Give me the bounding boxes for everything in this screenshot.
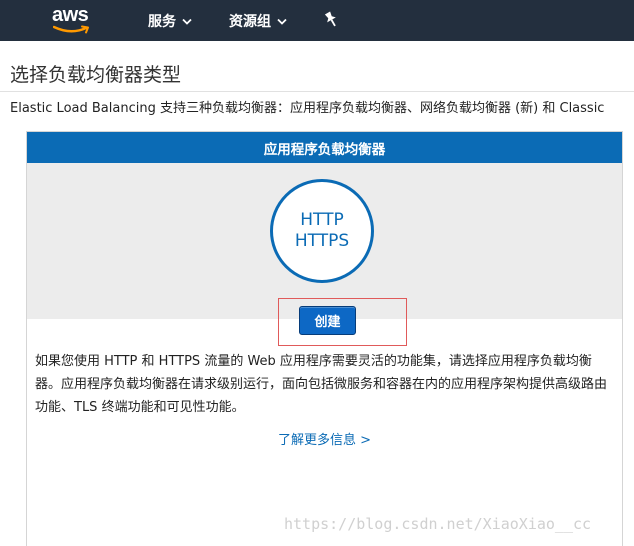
chevron-down-icon <box>182 18 192 25</box>
top-nav-bar: aws 服务 资源组 <box>0 0 634 41</box>
page-title: 选择负载均衡器类型 <box>10 64 182 86</box>
create-button[interactable]: 创建 <box>299 306 356 335</box>
resource-groups-menu-label: 资源组 <box>229 14 271 30</box>
card-description: 如果您使用 HTTP 和 HTTPS 流量的 Web 应用程序需要灵活的功能集，… <box>35 354 608 415</box>
aws-logo-text: aws <box>52 4 89 26</box>
card-visual-area: HTTP HTTPS <box>27 163 622 319</box>
chevron-down-icon <box>277 18 287 25</box>
divider <box>0 91 634 92</box>
learn-more-link[interactable]: 了解更多信息 > <box>27 429 622 448</box>
resource-groups-menu[interactable]: 资源组 <box>229 11 287 31</box>
protocol-https: HTTPS <box>294 231 350 251</box>
aws-smile-icon <box>53 25 89 34</box>
aws-logo[interactable]: aws <box>52 4 96 34</box>
protocol-circle: HTTP HTTPS <box>270 179 374 283</box>
pin-icon[interactable] <box>323 11 339 29</box>
protocol-http: HTTP <box>300 210 344 230</box>
watermark: https://blog.csdn.net/XiaoXiao__cc <box>284 515 592 533</box>
card-header: 应用程序负载均衡器 <box>27 132 622 163</box>
intro-text: Elastic Load Balancing 支持三种负载均衡器：应用程序负载均… <box>10 101 605 116</box>
application-load-balancer-card: 应用程序负载均衡器 HTTP HTTPS 创建 如果您使用 HTTP 和 HTT… <box>26 131 623 546</box>
services-menu[interactable]: 服务 <box>148 11 192 31</box>
services-menu-label: 服务 <box>148 14 176 30</box>
